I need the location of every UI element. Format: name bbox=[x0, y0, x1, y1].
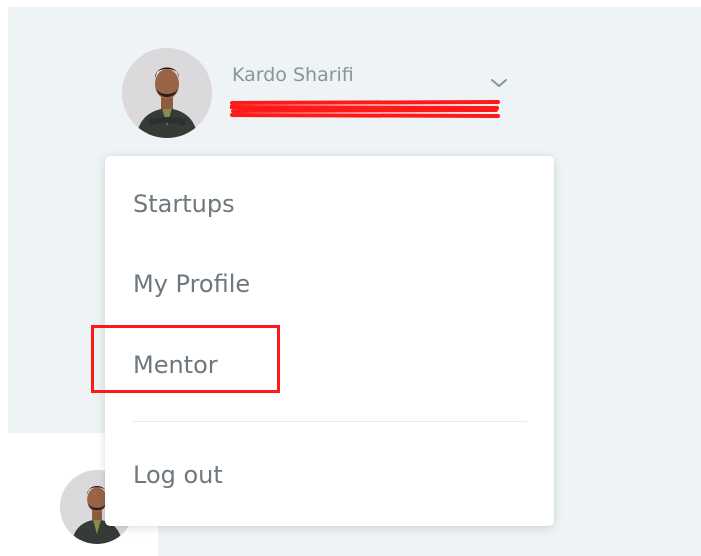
menu-item-log-out[interactable]: Log out bbox=[133, 461, 223, 489]
menu-item-my-profile[interactable]: My Profile bbox=[133, 270, 250, 298]
user-name: Kardo Sharifi bbox=[232, 64, 354, 86]
person-avatar-icon bbox=[122, 48, 212, 138]
user-avatar[interactable] bbox=[122, 48, 212, 138]
chevron-down-icon[interactable] bbox=[489, 76, 509, 90]
menu-item-startups[interactable]: Startups bbox=[133, 190, 235, 218]
redacted-email-scribble bbox=[230, 99, 500, 119]
mentor-highlight-annotation bbox=[91, 325, 280, 393]
menu-divider bbox=[133, 421, 527, 422]
